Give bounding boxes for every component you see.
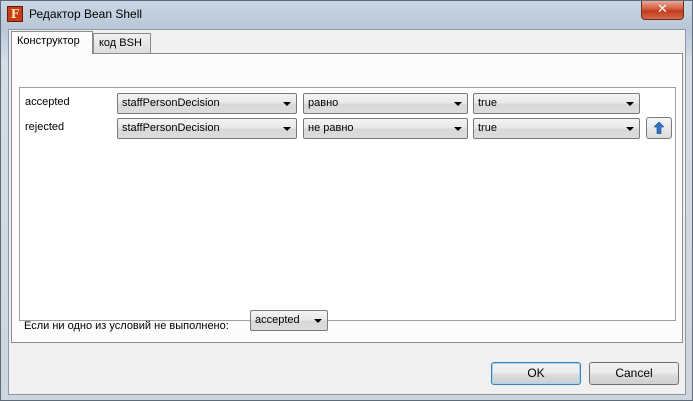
bean-shell-editor-window: F Редактор Bean Shell ✕ Конструктор код … [0,0,693,401]
default-rule-label: Если ни одно из условий не выполнено: [24,320,229,332]
value-select[interactable]: true [473,118,640,139]
cancel-button[interactable]: Cancel [589,362,679,385]
value-select-value: true [478,122,497,134]
chevron-down-icon [314,319,322,323]
field-select[interactable]: staffPersonDecision [117,118,297,139]
field-select-value: staffPersonDecision [122,97,220,109]
chevron-down-icon [454,102,462,106]
operator-select[interactable]: не равно [303,118,468,139]
operator-select[interactable]: равно [303,93,468,114]
dialog-client-area: Конструктор код BSH accepted staffPerson… [8,29,686,395]
move-up-button[interactable] [646,117,672,139]
arrow-up-icon [654,122,664,134]
chevron-down-icon [454,127,462,131]
operator-select-value: равно [308,97,339,109]
rule-label-rejected: rejected [25,121,65,133]
value-select-value: true [478,97,497,109]
default-rule-select[interactable]: accepted [250,310,328,331]
rules-list: accepted staffPersonDecision равно true … [19,87,676,321]
constructor-panel: accepted staffPersonDecision равно true … [11,53,683,343]
chevron-down-icon [626,102,634,106]
rule-label-accepted: accepted [25,96,70,108]
chevron-down-icon [283,127,291,131]
title-bar: F Редактор Bean Shell ✕ [1,1,692,28]
close-button[interactable]: ✕ [641,1,684,20]
tab-constructor[interactable]: Конструктор [11,31,93,54]
value-select[interactable]: true [473,93,640,114]
chevron-down-icon [283,102,291,106]
default-rule-value: accepted [255,314,300,326]
field-select-value: staffPersonDecision [122,122,220,134]
chevron-down-icon [626,127,634,131]
tab-bsh-code[interactable]: код BSH [93,33,151,53]
field-select[interactable]: staffPersonDecision [117,93,297,114]
ok-button[interactable]: OK [491,362,581,385]
app-icon: F [7,6,23,22]
window-title: Редактор Bean Shell [29,7,143,21]
operator-select-value: не равно [308,122,354,134]
